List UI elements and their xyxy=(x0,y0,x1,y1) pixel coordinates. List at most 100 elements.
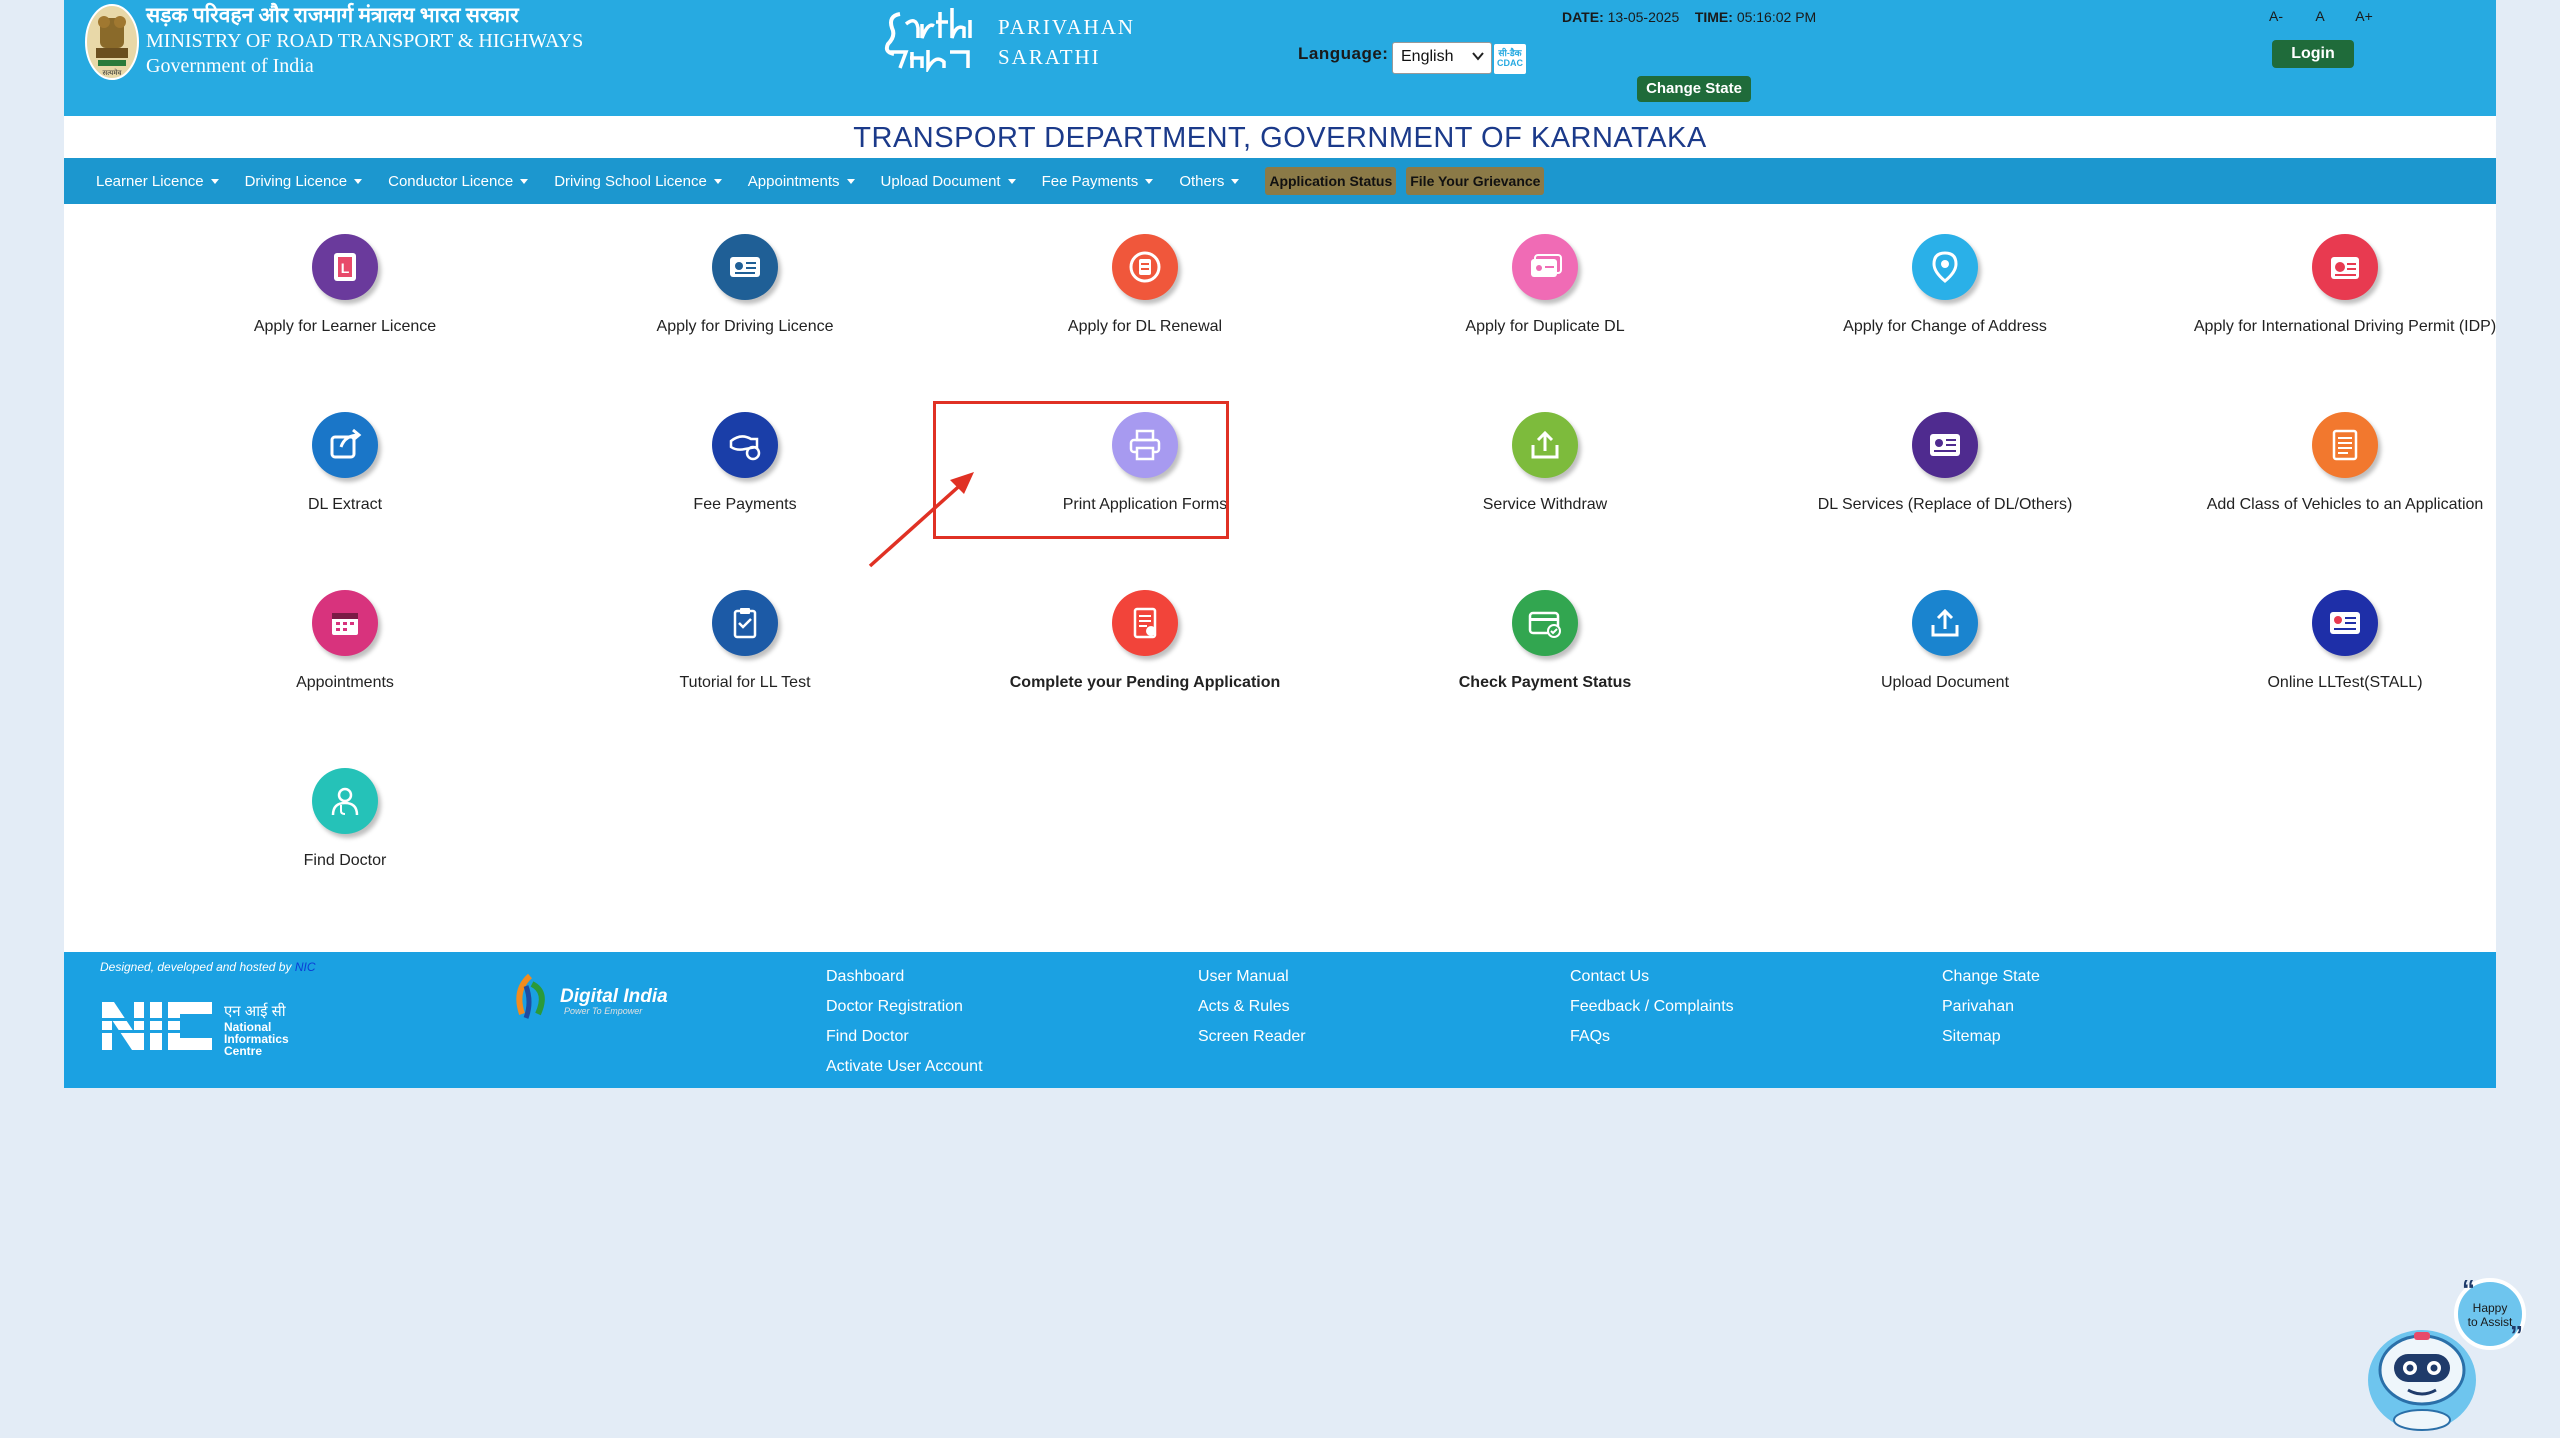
service-tile-apply-for-driving-licence[interactable]: Apply for Driving Licence xyxy=(545,234,945,336)
footer-link-screen-reader[interactable]: Screen Reader xyxy=(1198,1022,1306,1052)
footer-link-dashboard[interactable]: Dashboard xyxy=(826,962,983,992)
service-tile-complete-your-pending-application[interactable]: Complete your Pending Application xyxy=(945,590,1345,692)
font-decrease-button[interactable]: A- xyxy=(2254,8,2298,24)
designed-by-text: Designed, developed and hosted by NIC xyxy=(100,960,316,974)
footer-link-faqs[interactable]: FAQs xyxy=(1570,1022,1734,1052)
service-tile-online-lltest-stall[interactable]: Online LLTest(STALL) xyxy=(2145,590,2545,692)
brand-line-sarathi: SARATHI xyxy=(998,45,1101,69)
language-label: Language: xyxy=(1298,44,1389,63)
footer-link-contact-us[interactable]: Contact Us xyxy=(1570,962,1734,992)
pending-application-icon xyxy=(1112,590,1178,656)
share-icon xyxy=(312,412,378,478)
application-status-button[interactable]: Application Status xyxy=(1265,167,1397,195)
chat-assistant-button[interactable]: Happy to Assist “ ” xyxy=(2362,1272,2532,1432)
payment-status-icon xyxy=(1512,590,1578,656)
site-header: सत्यमेव सड़क परिवहन और राजमार्ग मंत्रालय… xyxy=(64,0,2496,116)
nav-label: Driving Licence xyxy=(244,172,348,190)
service-tile-apply-for-duplicate-dl[interactable]: Apply for Duplicate DL xyxy=(1345,234,1745,336)
language-value: English xyxy=(1401,48,1454,65)
department-title: TRANSPORT DEPARTMENT, GOVERNMENT OF KARN… xyxy=(853,122,1707,154)
nic-logo-icon: एन आई सी National Informatics Centre xyxy=(100,1002,289,1058)
nav-driving-licence[interactable]: Driving Licence xyxy=(245,173,363,190)
nav-label: Others xyxy=(1179,172,1225,190)
service-tile-apply-for-change-of-address[interactable]: Apply for Change of Address xyxy=(1745,234,2145,336)
upload-icon xyxy=(1912,590,1978,656)
service-tile-dl-services-replace-of-dl-others[interactable]: DL Services (Replace of DL/Others) xyxy=(1745,412,2145,514)
chevron-down-icon xyxy=(1472,52,1484,61)
service-tile-apply-for-dl-renewal[interactable]: Apply for DL Renewal xyxy=(945,234,1345,336)
footer-link-user-manual[interactable]: User Manual xyxy=(1198,962,1306,992)
doctor-icon xyxy=(312,768,378,834)
footer-link-feedback[interactable]: Feedback / Complaints xyxy=(1570,992,1734,1022)
service-tile-tutorial-for-ll-test[interactable]: Tutorial for LL Test xyxy=(545,590,945,692)
font-normal-button[interactable]: A xyxy=(2298,8,2342,24)
caret-down-icon xyxy=(354,178,363,184)
caret-down-icon xyxy=(1007,178,1016,184)
file-grievance-button[interactable]: File Your Grievance xyxy=(1406,167,1545,195)
nav-label: Fee Payments xyxy=(1041,172,1139,190)
date-label: DATE: xyxy=(1562,9,1604,25)
svg-text:“: “ xyxy=(2462,1274,2475,1304)
footer-link-parivahan[interactable]: Parivahan xyxy=(1942,992,2040,1022)
svg-text:”: ” xyxy=(2510,1320,2523,1350)
nav-conductor-licence[interactable]: Conductor Licence xyxy=(388,173,529,190)
service-label: Find Doctor xyxy=(303,852,387,869)
nav-label: Upload Document xyxy=(880,172,1001,190)
cdac-logo: सी-डैक CDAC xyxy=(1494,44,1526,74)
service-tile-apply-for-learner-licence[interactable]: L Apply for Learner Licence xyxy=(145,234,545,336)
site-footer: Designed, developed and hosted by NIC एन… xyxy=(64,952,2496,1088)
svg-text:सत्यमेव: सत्यमेव xyxy=(103,68,122,77)
service-label: DL Extract xyxy=(307,496,383,513)
clipboard-icon xyxy=(712,590,778,656)
footer-col-1: Dashboard Doctor Registration Find Docto… xyxy=(826,962,983,1082)
service-label: Apply for Duplicate DL xyxy=(1465,318,1625,335)
main-nav: Learner Licence Driving Licence Conducto… xyxy=(64,158,2496,204)
nav-others[interactable]: Others xyxy=(1179,172,1240,190)
footer-link-change-state[interactable]: Change State xyxy=(1942,962,2040,992)
nav-label: Learner Licence xyxy=(96,172,204,190)
footer-col-3: Contact Us Feedback / Complaints FAQs xyxy=(1570,962,1734,1052)
service-label: Appointments xyxy=(296,674,394,691)
caret-down-icon xyxy=(846,178,855,184)
date-time: DATE: 13-05-2025 TIME: 05:16:02 PM xyxy=(1562,9,1816,25)
login-button[interactable]: Login xyxy=(2272,40,2354,68)
nav-learner-licence[interactable]: Learner Licence xyxy=(96,173,219,190)
nav-upload-document[interactable]: Upload Document xyxy=(881,173,1016,190)
footer-link-activate-account[interactable]: Activate User Account xyxy=(826,1052,983,1082)
service-tile-apply-for-international-driving-permit-idp[interactable]: Apply for International Driving Permit (… xyxy=(2145,234,2545,336)
font-increase-button[interactable]: A+ xyxy=(2342,8,2386,24)
service-tile-check-payment-status[interactable]: Check Payment Status xyxy=(1345,590,1745,692)
nav-fee-payments[interactable]: Fee Payments xyxy=(1042,173,1154,190)
service-label: Apply for International Driving Permit (… xyxy=(2193,318,2497,335)
footer-link-acts-rules[interactable]: Acts & Rules xyxy=(1198,992,1306,1022)
nav-appointments[interactable]: Appointments xyxy=(748,173,855,190)
footer-link-doctor-registration[interactable]: Doctor Registration xyxy=(826,992,983,1022)
service-tile-find-doctor[interactable]: Find Doctor xyxy=(145,768,545,870)
learner-licence-icon: L xyxy=(312,234,378,300)
service-tile-appointments[interactable]: Appointments xyxy=(145,590,545,692)
footer-link-find-doctor[interactable]: Find Doctor xyxy=(826,1022,983,1052)
service-tile-dl-extract[interactable]: DL Extract xyxy=(145,412,545,514)
service-label: Add Class of Vehicles to an Application xyxy=(2206,496,2484,513)
idp-icon xyxy=(2312,234,2378,300)
change-state-button[interactable]: Change State xyxy=(1637,76,1751,102)
nic-name-3: Centre xyxy=(224,1044,262,1058)
footer-col-2: User Manual Acts & Rules Screen Reader xyxy=(1198,962,1306,1052)
font-size-controls: A- A A+ xyxy=(2254,8,2386,24)
service-tile-add-class-of-vehicles-to-an-application[interactable]: Add Class of Vehicles to an Application xyxy=(2145,412,2545,514)
service-tile-service-withdraw[interactable]: Service Withdraw xyxy=(1345,412,1745,514)
service-label: Apply for Learner Licence xyxy=(253,318,437,335)
digital-india-text: Digital India xyxy=(560,986,668,1007)
designed-by-label: Designed, developed and hosted by xyxy=(100,960,292,974)
footer-col-4: Change State Parivahan Sitemap xyxy=(1942,962,2040,1052)
nic-link[interactable]: NIC xyxy=(295,960,316,974)
nav-label: Appointments xyxy=(747,172,840,190)
location-pin-icon xyxy=(1912,234,1978,300)
nav-driving-school-licence[interactable]: Driving School Licence xyxy=(554,173,722,190)
brand-line-parivahan: PARIVAHAN xyxy=(998,15,1136,39)
service-tile-upload-document[interactable]: Upload Document xyxy=(1745,590,2145,692)
brand-name: PARIVAHAN SARATHI xyxy=(998,12,1135,72)
service-label: Upload Document xyxy=(1880,674,2010,691)
language-select[interactable]: English xyxy=(1392,42,1492,74)
footer-link-sitemap[interactable]: Sitemap xyxy=(1942,1022,2040,1052)
